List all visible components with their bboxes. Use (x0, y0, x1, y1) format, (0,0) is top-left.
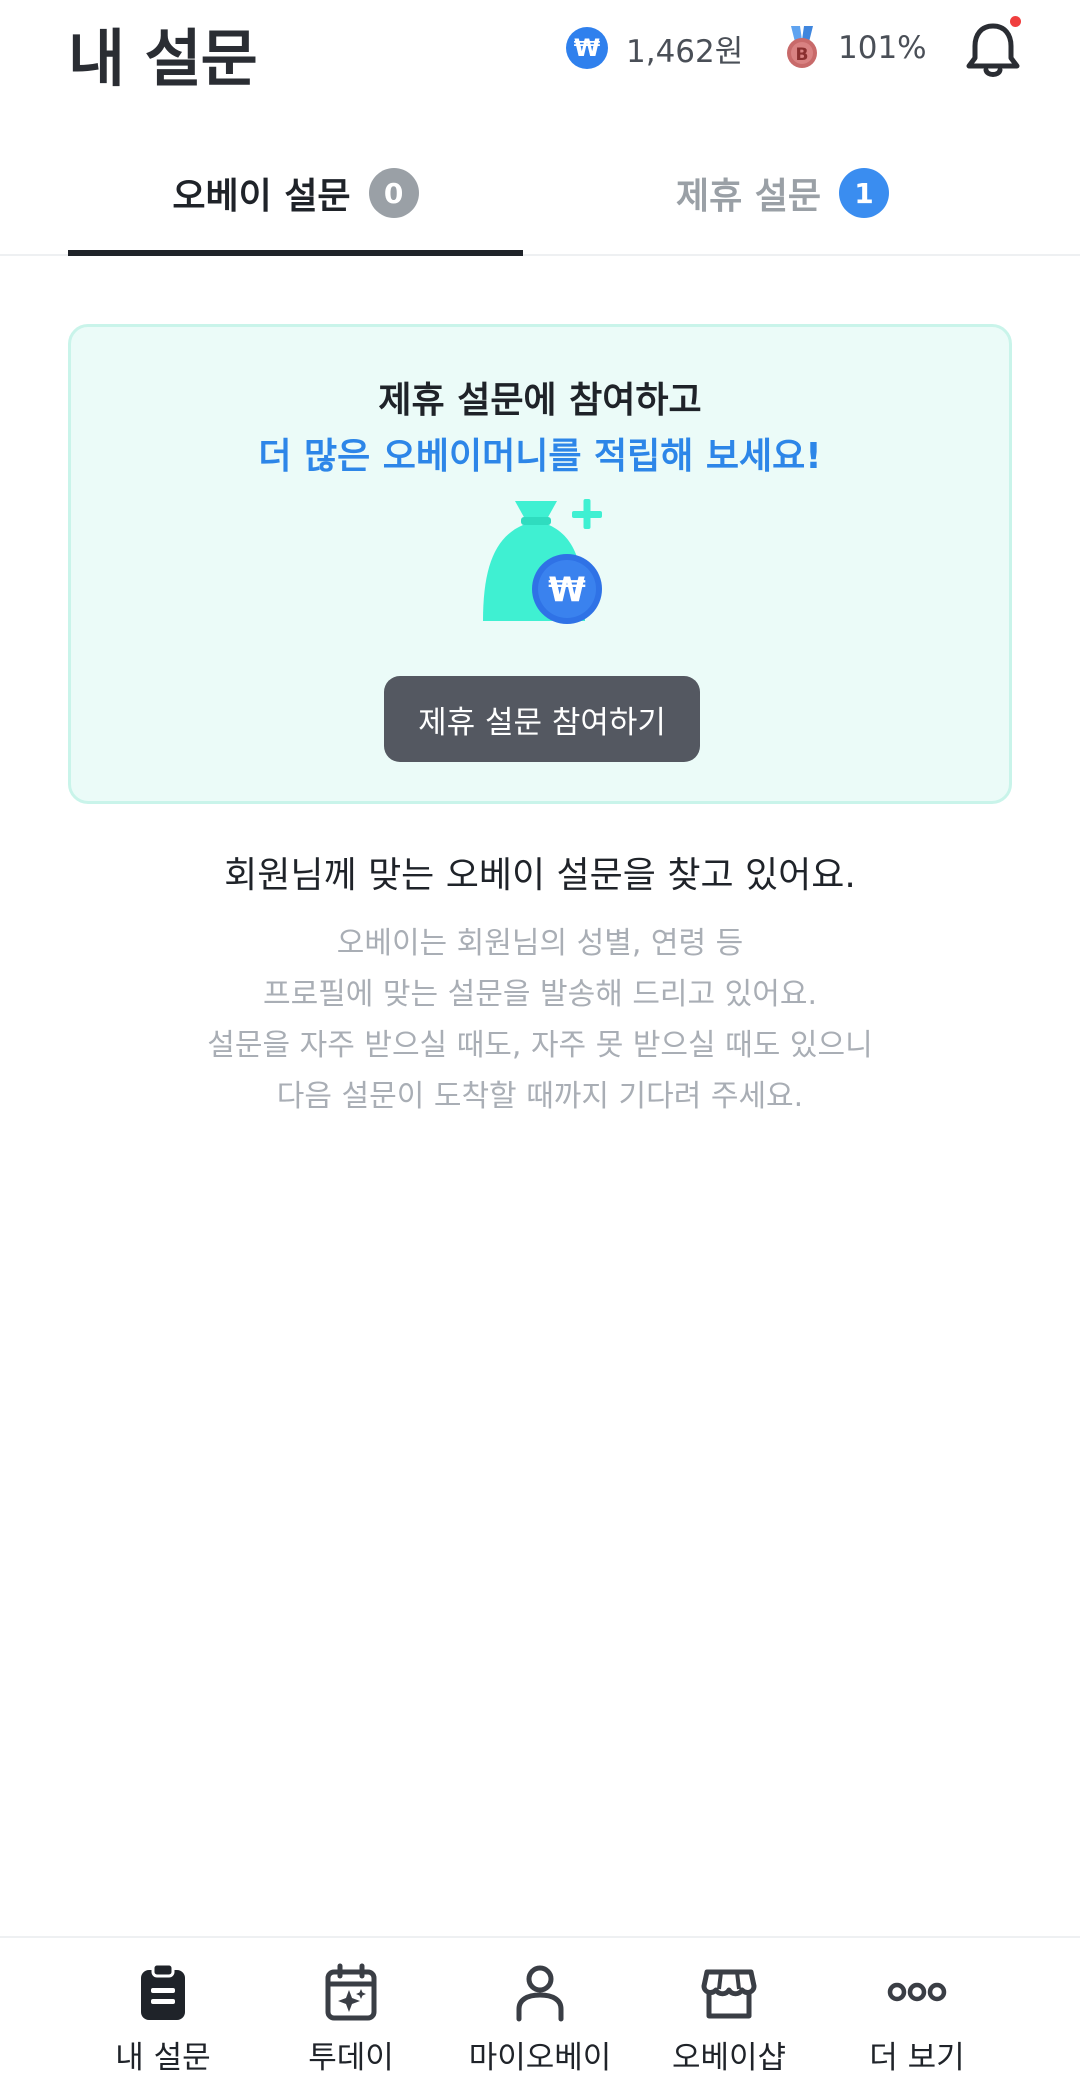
partner-survey-promo-card: 제휴 설문에 참여하고 더 많은 오베이머니를 적립해 보세요! ₩ 제휴 설문… (68, 324, 1012, 804)
nav-label: 내 설문 (115, 2040, 211, 2076)
tab-label: 오베이 설문 (172, 176, 351, 217)
shop-icon (701, 1969, 757, 2019)
tab-partner-survey[interactable]: 제휴 설문 1 (555, 130, 1010, 256)
active-tab-indicator (68, 250, 523, 256)
info-line: 오베이는 회원님의 성별, 연령 등 (336, 926, 744, 961)
join-partner-survey-button[interactable]: 제휴 설문 참여하기 (384, 676, 700, 762)
count-badge: 1 (839, 168, 889, 218)
money-bag-icon: ₩ (483, 499, 602, 624)
page-title: 내 설문 (68, 22, 258, 95)
response-rate-label: 101% (838, 30, 927, 66)
info-description: 오베이는 회원님의 성별, 연령 등 프로필에 맞는 설문을 발송해 드리고 있… (0, 918, 1080, 1122)
nav-more[interactable]: 더 보기 (822, 1962, 1012, 2082)
medal-icon: B (787, 26, 817, 68)
nav-my-survey[interactable]: 내 설문 (68, 1962, 258, 2082)
info-title: 회원님께 맞는 오베이 설문을 찾고 있어요. (224, 855, 856, 896)
person-icon (516, 1965, 564, 2022)
info-line: 다음 설문이 도착할 때까지 기다려 주세요. (276, 1079, 804, 1114)
promo-subheading: 더 많은 오베이머니를 적립해 보세요! (258, 436, 822, 477)
nav-label: 마이오베이 (468, 2040, 612, 2076)
nav-label: 더 보기 (869, 2040, 965, 2076)
tab-obey-survey[interactable]: 오베이 설문 0 (68, 130, 523, 256)
bell-icon[interactable] (964, 18, 1022, 80)
info-line: 설문을 자주 받으실 때도, 자주 못 받으실 때도 있으니 (207, 1028, 873, 1063)
count-badge: 0 (368, 168, 419, 218)
money-balance[interactable]: ₩ 1,462원 (566, 24, 743, 72)
clipboard-icon (141, 1962, 185, 2020)
notification-dot (1010, 16, 1021, 27)
nav-label: 오베이샵 (671, 2040, 787, 2076)
nav-label: 투데이 (308, 2040, 394, 2076)
nav-obey-shop[interactable]: 오베이샵 (634, 1962, 824, 2082)
calendar-sparkle-icon (325, 1963, 377, 2021)
nav-today[interactable]: 투데이 (256, 1962, 446, 2082)
info-line: 프로필에 맞는 설문을 발송해 드리고 있어요. (262, 977, 818, 1012)
medal-letter: B (796, 45, 809, 65)
nav-my-obey[interactable]: 마이오베이 (445, 1962, 635, 2082)
money-balance-label: 1,462원 (626, 33, 744, 70)
survey-tabs: 오베이 설문 0 제휴 설문 1 (0, 130, 1080, 256)
response-rate[interactable]: B 101% (784, 24, 927, 72)
bag-coin-symbol: ₩ (548, 570, 586, 610)
won-coin-icon: ₩ (566, 27, 608, 69)
more-icon (887, 1982, 947, 2002)
tab-label: 제휴 설문 (675, 176, 821, 217)
bottom-navigation: 내 설문 투데이 마이오베이 오베이샵 더 보기 (0, 1936, 1080, 2083)
promo-heading: 제휴 설문에 참여하고 (378, 380, 702, 421)
header: 내 설문 ₩ 1,462원 B 101% (0, 0, 1080, 100)
